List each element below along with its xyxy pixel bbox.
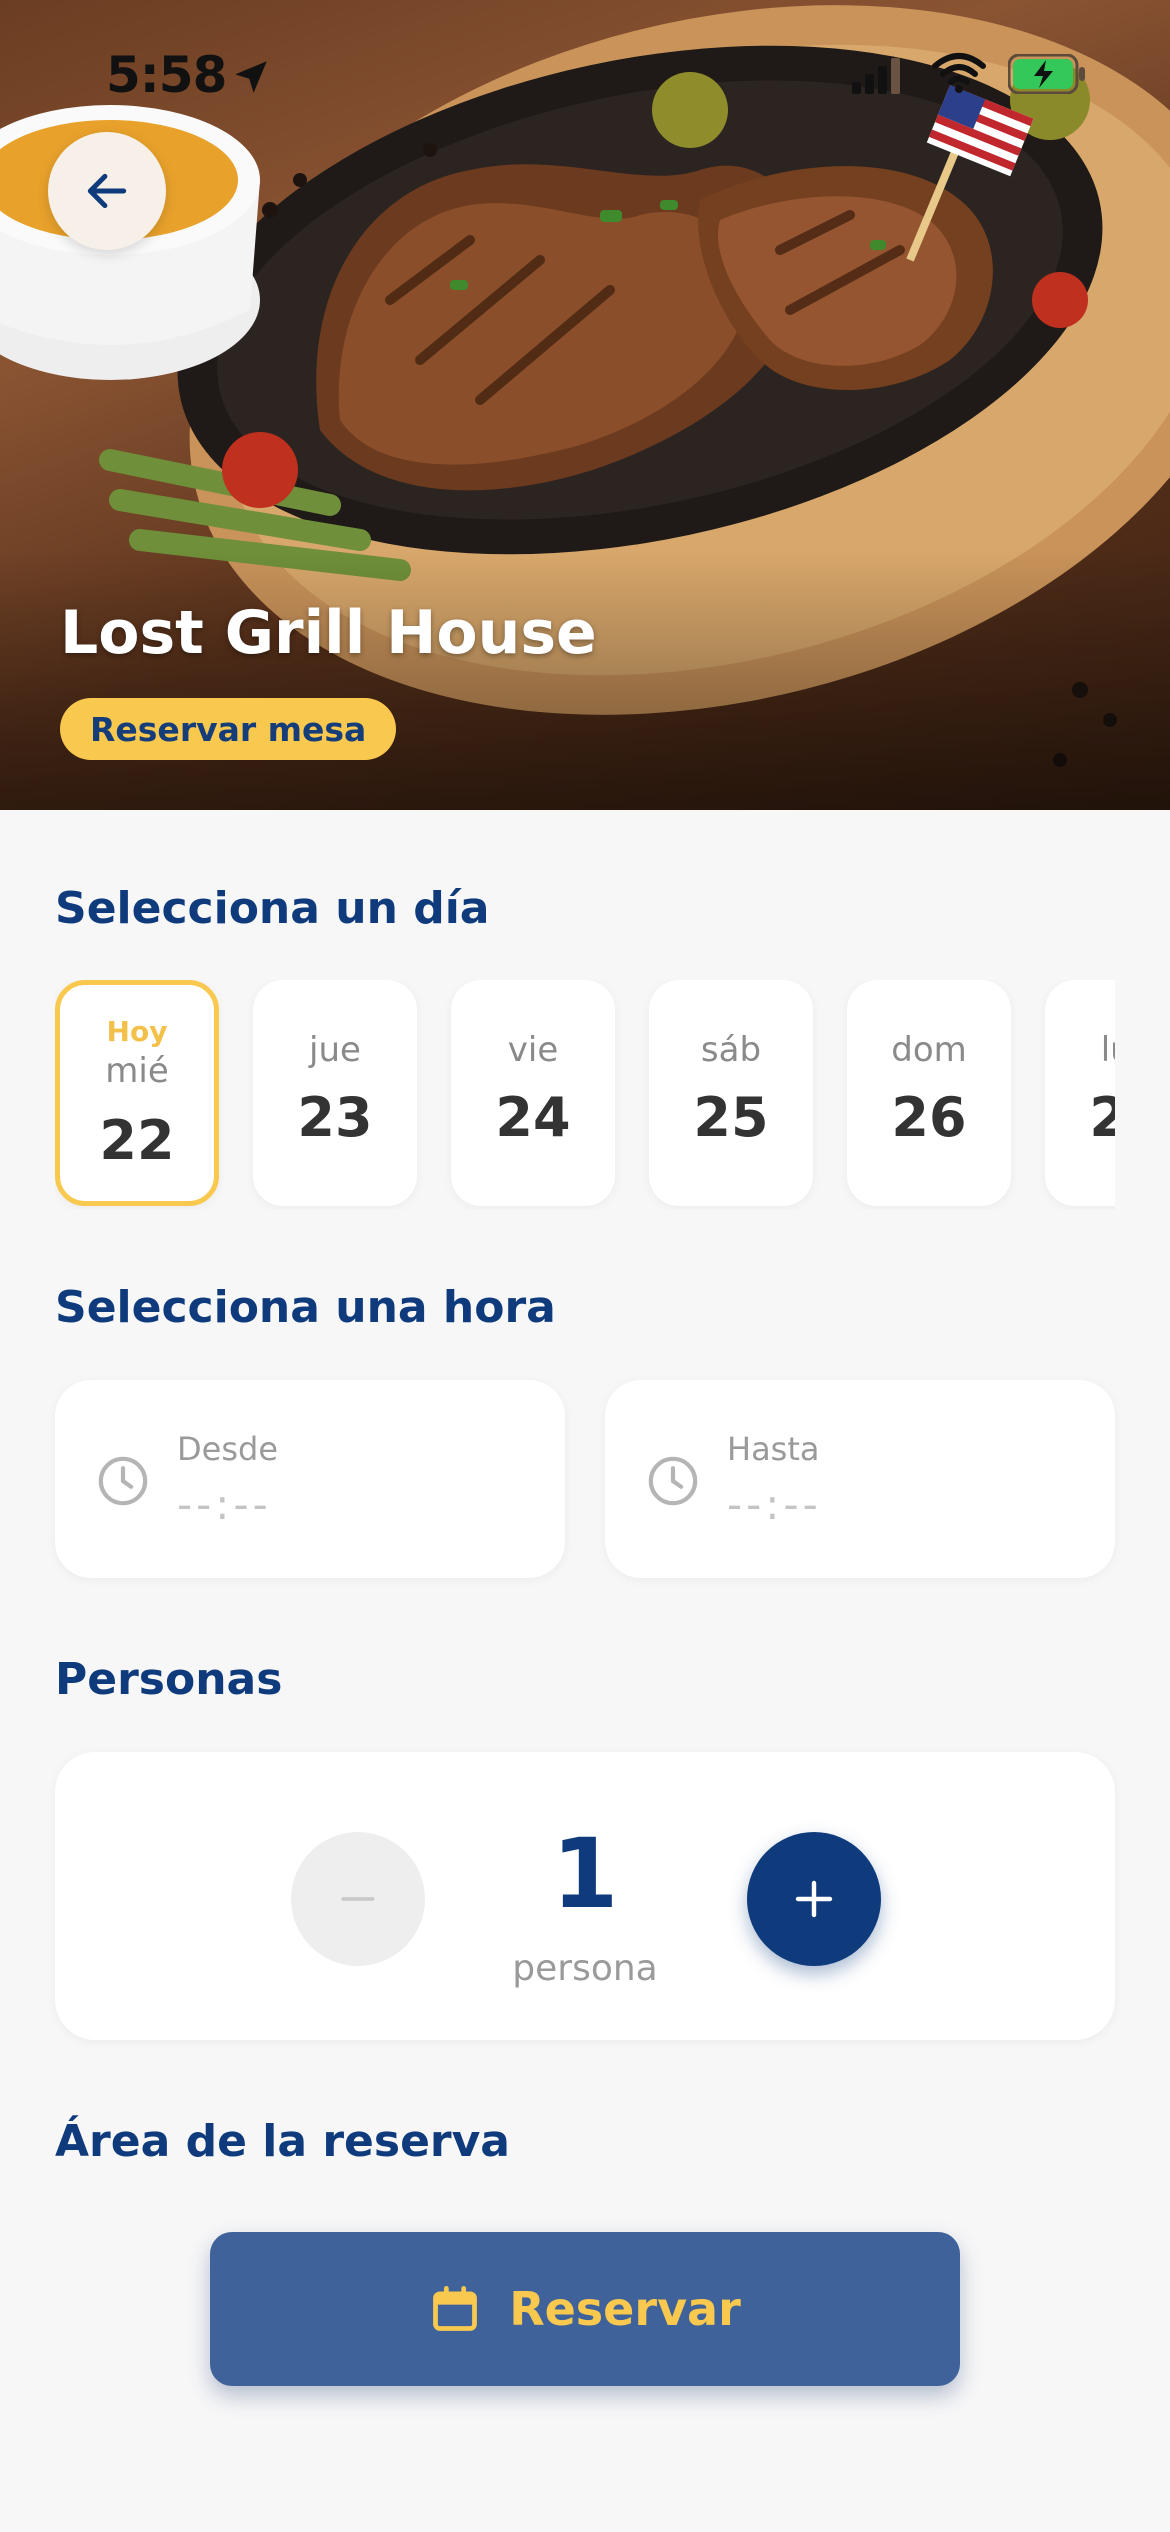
reserve-table-badge: Reservar mesa <box>60 698 397 760</box>
hero-gradient <box>0 550 1170 810</box>
time-from-field[interactable]: Desde --:-- <box>55 1380 565 1578</box>
wifi-icon <box>932 53 986 93</box>
reserve-button[interactable]: Reservar <box>210 2232 960 2386</box>
today-label: Hoy <box>106 1015 168 1048</box>
back-button[interactable] <box>48 132 166 250</box>
time-from-value: --:-- <box>177 1480 272 1529</box>
day-card-23[interactable]: jue 23 <box>253 980 417 1206</box>
plus-icon <box>795 1880 833 1918</box>
day-card-26[interactable]: dom 26 <box>847 980 1011 1206</box>
day-number: 25 <box>693 1086 769 1149</box>
reservation-area-title: Área de la reserva <box>55 2116 510 2167</box>
calendar-icon <box>433 2286 478 2331</box>
select-day-title: Selecciona un día <box>55 883 490 934</box>
persons-unit-label: persona <box>512 1948 658 1989</box>
decrease-persons-button[interactable] <box>291 1832 425 1966</box>
day-name: dom <box>891 1030 967 1070</box>
day-number: 23 <box>297 1086 373 1149</box>
day-card-27[interactable]: lun 27 <box>1045 980 1115 1206</box>
time-to-label: Hasta <box>727 1430 820 1468</box>
day-card-24[interactable]: vie 24 <box>451 980 615 1206</box>
signal-icon <box>852 58 900 94</box>
increase-persons-button[interactable] <box>747 1832 881 1966</box>
status-time: 5:58 <box>106 46 227 104</box>
persons-stepper: 1 persona <box>55 1752 1115 2040</box>
select-time-title: Selecciona una hora <box>55 1282 556 1333</box>
day-number: 24 <box>495 1086 571 1149</box>
restaurant-name: Lost Grill House <box>60 598 597 668</box>
day-number: 26 <box>891 1086 967 1149</box>
persons-title: Personas <box>55 1654 283 1705</box>
day-card-22[interactable]: Hoy mié 22 <box>55 980 219 1206</box>
reserve-button-label: Reservar <box>509 2282 741 2336</box>
day-name: jue <box>309 1030 361 1070</box>
persons-count: 1 <box>551 1818 619 1930</box>
location-arrow-icon <box>235 61 267 93</box>
day-number: 27 <box>1089 1086 1115 1149</box>
clock-icon <box>648 1456 698 1506</box>
time-to-value: --:-- <box>727 1480 822 1529</box>
battery-charging-icon <box>1008 54 1085 94</box>
day-selector: Hoy mié 22 jue 23 vie 24 sáb 25 dom 26 l… <box>55 980 1115 1210</box>
day-name: sáb <box>700 1030 762 1070</box>
day-name: vie <box>507 1030 559 1070</box>
day-number: 22 <box>99 1109 175 1172</box>
minus-icon <box>341 1897 375 1901</box>
clock-icon <box>98 1456 148 1506</box>
day-card-25[interactable]: sáb 25 <box>649 980 813 1206</box>
day-name: mié <box>105 1051 169 1091</box>
day-name: lun <box>1100 1030 1115 1070</box>
time-from-label: Desde <box>177 1430 278 1468</box>
arrow-left-icon <box>87 173 127 209</box>
time-to-field[interactable]: Hasta --:-- <box>605 1380 1115 1578</box>
status-bar: 5:58 <box>0 0 1170 150</box>
